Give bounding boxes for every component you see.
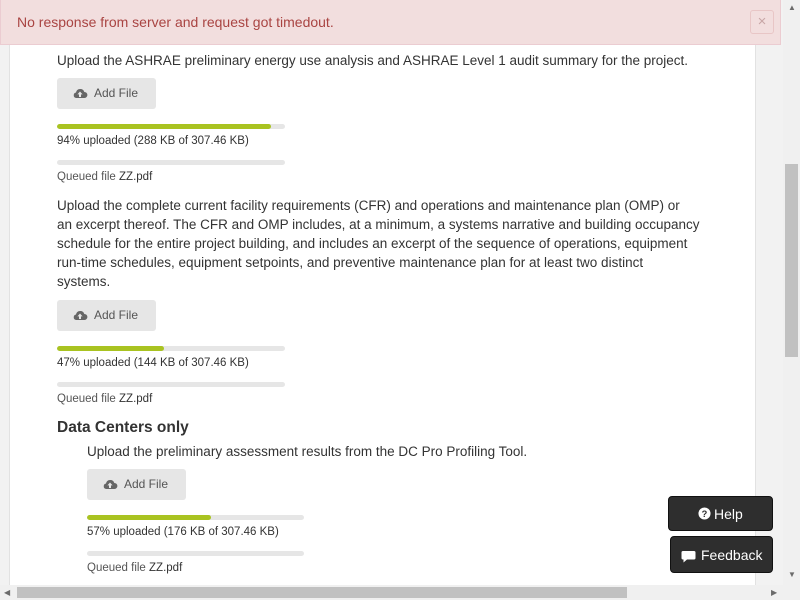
cloud-upload-icon (73, 311, 88, 320)
queued-progress-bar (57, 160, 285, 165)
upload-status: 94% uploaded (288 KB of 307.46 KB) (57, 135, 249, 147)
add-file-label: Add File (94, 308, 139, 322)
upload-status: 57% uploaded (176 KB of 307.46 KB) (87, 526, 279, 538)
description-line: Upload the complete current facility req… (57, 198, 680, 213)
description-line: an excerpt thereof. The CFR and OMP incl… (57, 217, 700, 232)
add-file-label: Add File (124, 477, 169, 491)
data-centers-description: Upload the preliminary assessment result… (87, 444, 528, 459)
upload-progress-bar (57, 346, 285, 351)
queued-file: Queued file ZZ.pdf (87, 562, 182, 574)
cloud-upload-icon (103, 480, 118, 489)
add-file-button[interactable]: Add File (57, 300, 156, 331)
queued-label: Queued file (57, 171, 116, 183)
queued-file: Queued file ZZ.pdf (57, 393, 152, 405)
upload-progress-fill (57, 124, 272, 129)
cloud-upload-icon (73, 89, 88, 98)
feedback-label: Feedback (701, 547, 763, 563)
section-1-description: Upload the ASHRAE preliminary energy use… (57, 53, 689, 68)
scroll-up-arrow-icon[interactable]: ▲ (788, 3, 796, 12)
queued-filename: ZZ.pdf (149, 562, 183, 574)
description-line: run-time schedules, equipment setpoints,… (57, 255, 644, 270)
queued-progress-bar (57, 382, 285, 387)
feedback-button[interactable]: Feedback (670, 536, 773, 573)
description-line: systems. (57, 274, 111, 289)
comment-icon (681, 551, 696, 563)
upload-progress-bar (57, 124, 285, 129)
upload-progress-bar (87, 515, 304, 520)
section-2-description: Upload the complete current facility req… (57, 196, 700, 291)
error-alert: No response from server and request got … (0, 0, 781, 45)
upload-progress-fill (87, 515, 211, 520)
alert-close-button[interactable]: × (750, 10, 774, 34)
upload-progress-fill (57, 346, 165, 351)
add-file-button[interactable]: Add File (87, 469, 186, 500)
scroll-right-arrow-icon[interactable]: ▶ (771, 588, 777, 597)
queued-label: Queued file (87, 562, 146, 574)
scroll-left-arrow-icon[interactable]: ◀ (4, 588, 10, 597)
queued-file: Queued file ZZ.pdf (57, 171, 152, 183)
question-circle-icon: ? (698, 507, 711, 520)
add-file-label: Add File (94, 86, 139, 100)
horizontal-scroll-thumb[interactable] (17, 587, 627, 598)
alert-message: No response from server and request got … (17, 14, 334, 30)
queued-filename: ZZ.pdf (119, 171, 153, 183)
upload-status: 47% uploaded (144 KB of 307.46 KB) (57, 357, 249, 369)
queued-label: Queued file (57, 393, 116, 405)
scroll-down-arrow-icon[interactable]: ▼ (788, 570, 796, 579)
help-label: Help (714, 506, 743, 522)
vertical-scroll-thumb[interactable] (785, 164, 798, 357)
section-title: Data Centers only (57, 419, 189, 436)
queued-filename: ZZ.pdf (119, 393, 153, 405)
svg-text:?: ? (702, 509, 708, 519)
add-file-button[interactable]: Add File (57, 78, 156, 109)
queued-progress-bar (87, 551, 304, 556)
description-line: schedule for the entire project building… (57, 236, 688, 251)
help-button[interactable]: ? Help (668, 496, 773, 531)
